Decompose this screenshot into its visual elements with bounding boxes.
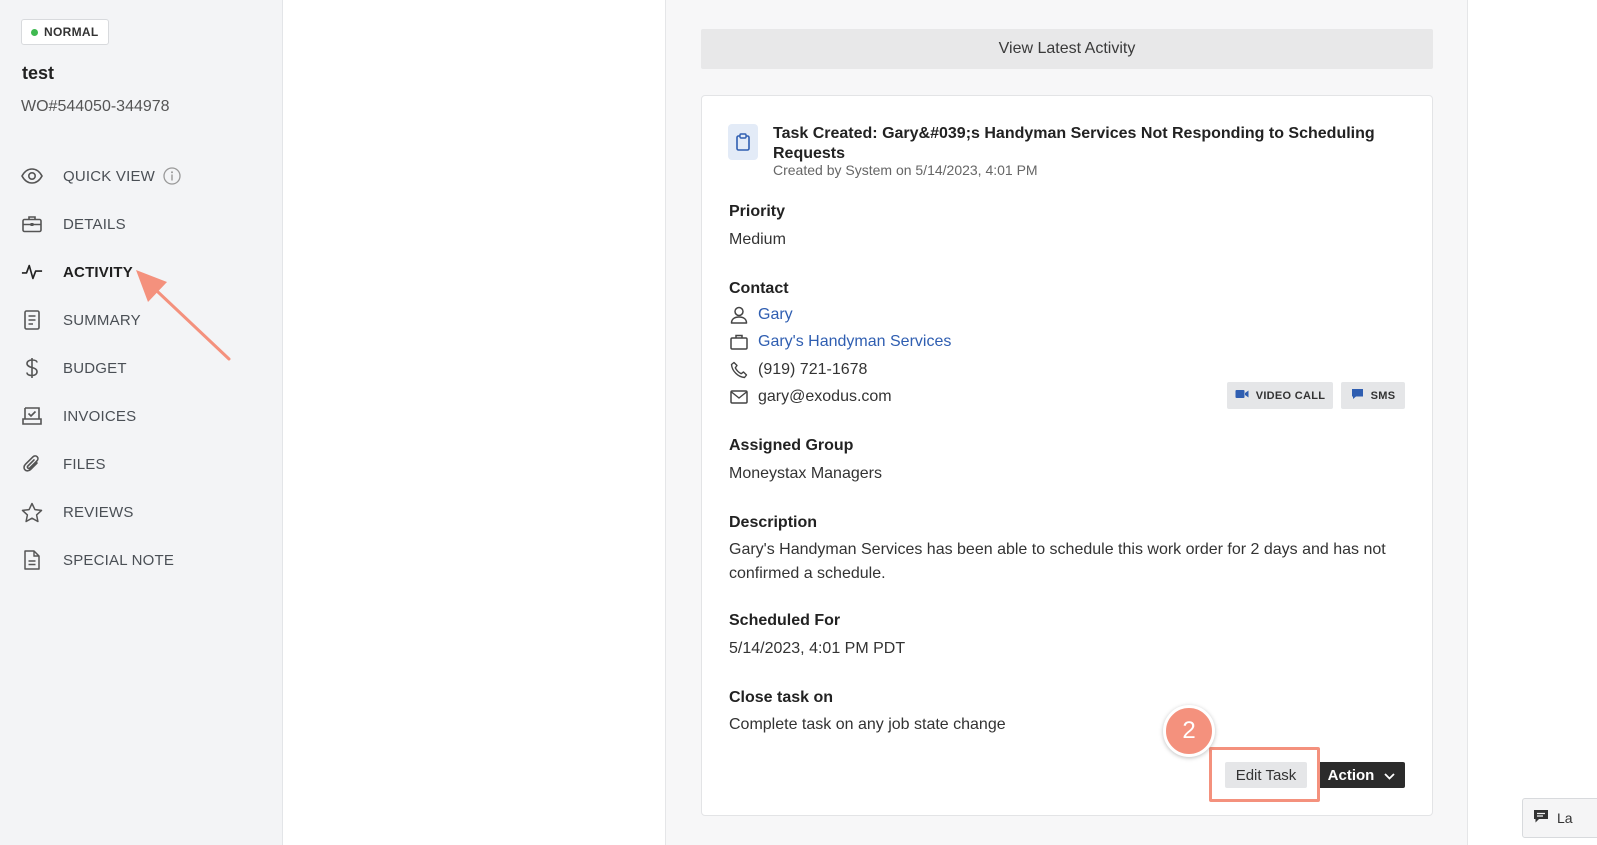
chevron-down-icon: [1384, 767, 1395, 784]
video-call-button[interactable]: VIDEO CALL: [1227, 382, 1333, 409]
priority-value: Medium: [729, 231, 786, 248]
action-dropdown-button[interactable]: Action: [1318, 762, 1405, 788]
description-value: Gary's Handyman Services has been able t…: [729, 541, 1386, 582]
edit-task-button[interactable]: Edit Task: [1225, 762, 1307, 788]
assigned-group-label: Assigned Group: [729, 437, 854, 454]
eye-icon: [21, 165, 43, 187]
sidebar-item-budget[interactable]: BUDGET: [0, 344, 283, 392]
sidebar-item-files[interactable]: FILES: [0, 440, 283, 488]
sidebar-item-label: FILES: [63, 455, 106, 473]
paperclip-icon: [21, 453, 43, 475]
sidebar-item-label: REVIEWS: [63, 503, 134, 521]
close-task-value: Complete task on any job state change: [729, 716, 1006, 733]
sidebar-item-label: BUDGET: [63, 359, 127, 377]
contact-name-row: Gary: [729, 305, 793, 325]
priority-label: Priority: [729, 203, 786, 220]
sms-label: SMS: [1370, 389, 1396, 402]
assigned-group-value: Moneystax Managers: [729, 465, 882, 482]
scheduled-for-value: 5/14/2023, 4:01 PM PDT: [729, 640, 906, 657]
sidebar-item-reviews[interactable]: REVIEWS: [0, 488, 283, 536]
task-title: Task Created: Gary&#039;s Handyman Servi…: [773, 125, 1375, 162]
dollar-icon: [21, 357, 43, 379]
briefcase-icon: [21, 213, 43, 235]
sidebar-item-label: ACTIVITY: [63, 263, 133, 281]
sidebar-item-special-note[interactable]: SPECIAL NOTE: [0, 536, 283, 584]
sidebar-item-invoices[interactable]: INVOICES: [0, 392, 283, 440]
close-task-label: Close task on: [729, 689, 834, 706]
sidebar-item-label: INVOICES: [63, 407, 137, 425]
chat-icon: [1533, 809, 1549, 827]
info-icon[interactable]: [163, 167, 181, 185]
sidebar-item-activity[interactable]: ACTIVITY: [0, 248, 283, 296]
chat-launcher[interactable]: La: [1522, 798, 1597, 838]
contact-email: gary@exodus.com: [758, 388, 892, 405]
file-text-icon: [21, 549, 43, 571]
sidebar-item-label: SPECIAL NOTE: [63, 551, 175, 569]
contact-name-link[interactable]: Gary: [758, 306, 793, 324]
status-badge: NORMAL: [21, 19, 110, 45]
work-order-title: test: [22, 63, 55, 83]
status-badge-label: NORMAL: [44, 25, 99, 39]
person-icon: [729, 305, 749, 325]
mail-icon: [729, 387, 749, 407]
view-latest-activity-button[interactable]: View Latest Activity: [701, 29, 1433, 69]
video-call-label: VIDEO CALL: [1255, 389, 1326, 402]
annotation-step-marker: 2: [1163, 705, 1215, 757]
briefcase-icon: [729, 332, 749, 352]
inbox-check-icon: [21, 405, 43, 427]
sidebar-item-quick-view[interactable]: QUICK VIEW: [0, 152, 283, 200]
scheduled-for-label: Scheduled For: [729, 612, 841, 629]
contact-label: Contact: [729, 280, 789, 297]
status-dot-icon: [31, 28, 38, 36]
video-camera-icon: [1235, 389, 1249, 402]
contact-company-row: Gary's Handyman Services: [729, 332, 951, 352]
contact-phone-row: (919) 721-1678: [729, 360, 867, 380]
contact-email-row: gary@exodus.com: [729, 387, 892, 407]
description-label: Description: [729, 514, 818, 531]
phone-icon: [729, 360, 749, 380]
contact-company-link[interactable]: Gary's Handyman Services: [758, 333, 951, 351]
chat-bubble-icon: [1351, 388, 1364, 403]
chat-launcher-label: La: [1557, 810, 1573, 826]
activity-pulse-icon: [21, 261, 43, 283]
star-icon: [21, 501, 43, 523]
work-order-number: WO#544050-344978: [21, 98, 170, 115]
task-created-meta: Created by System on 5/14/2023, 4:01 PM: [773, 162, 1038, 178]
action-label: Action: [1327, 766, 1375, 784]
contact-phone: (919) 721-1678: [758, 361, 868, 378]
sidebar-item-summary[interactable]: SUMMARY: [0, 296, 283, 344]
sidebar-item-label: DETAILS: [63, 215, 126, 233]
clipboard-icon: [728, 124, 758, 160]
sms-button[interactable]: SMS: [1341, 382, 1405, 409]
sidebar-item-label: QUICK VIEW: [63, 167, 156, 185]
sidebar-item-details[interactable]: DETAILS: [0, 200, 283, 248]
task-card: [701, 95, 1433, 816]
document-lines-icon: [21, 309, 43, 331]
sidebar-nav: QUICK VIEW DETAILS ACTIVITY SUMMARY BUDG…: [0, 152, 283, 584]
sidebar: NORMAL test WO#544050-344978 QUICK VIEW …: [0, 0, 283, 845]
sidebar-item-label: SUMMARY: [63, 311, 141, 329]
